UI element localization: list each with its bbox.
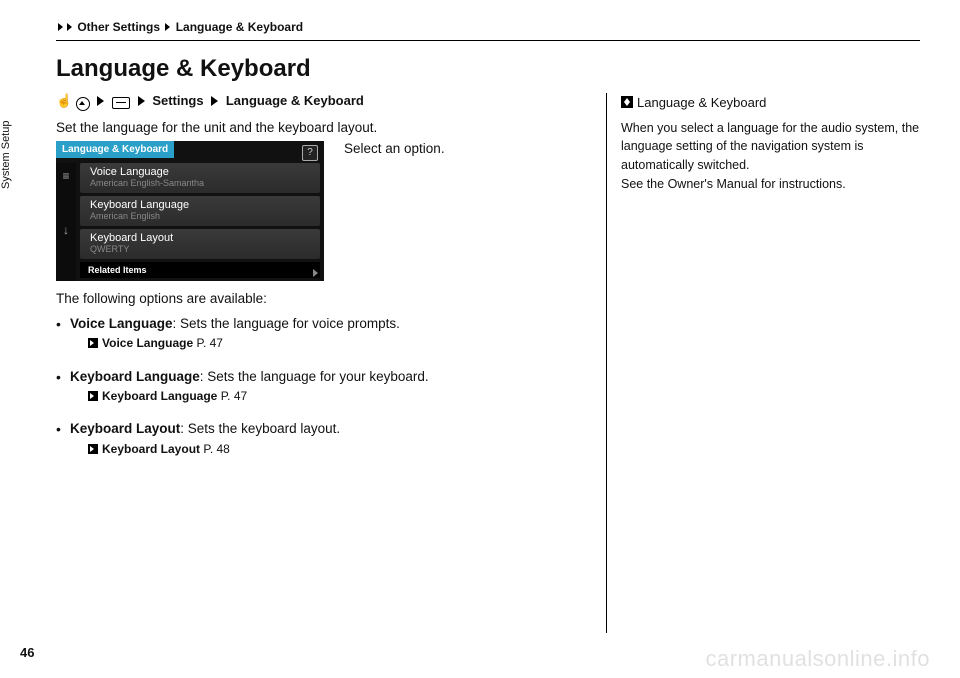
link-icon bbox=[88, 338, 98, 348]
down-arrow-icon[interactable]: ↓ bbox=[56, 223, 76, 237]
page-number: 46 bbox=[20, 645, 34, 660]
embedded-screenshot: Language & Keyboard ? ≡ ↓ Voice Language… bbox=[56, 141, 324, 281]
chevron-right-icon bbox=[138, 96, 145, 106]
chevron-right-icon bbox=[58, 23, 63, 31]
option-name: Keyboard Language bbox=[70, 369, 200, 384]
option-keyboard-language: Keyboard Language: Sets the language for… bbox=[56, 367, 576, 406]
ss-item-sub: American English-Samantha bbox=[90, 178, 310, 188]
chevron-right-icon bbox=[211, 96, 218, 106]
menu-icon bbox=[112, 97, 130, 109]
ss-related-header: Related Items bbox=[80, 262, 320, 278]
ss-item-title: Keyboard Language bbox=[90, 199, 310, 212]
note-icon bbox=[621, 96, 633, 108]
section-tab: System Setup bbox=[0, 105, 20, 205]
chevron-right-icon bbox=[97, 96, 104, 106]
option-desc: : Sets the language for voice prompts. bbox=[173, 316, 400, 331]
note-title-row: Language & Keyboard bbox=[621, 93, 920, 113]
option-voice-language: Voice Language: Sets the language for vo… bbox=[56, 314, 576, 353]
option-desc: : Sets the language for your keyboard. bbox=[200, 369, 429, 384]
ss-item-units[interactable]: Units bbox=[80, 278, 320, 281]
note-body-1: When you select a language for the audio… bbox=[621, 119, 920, 175]
breadcrumb: Other Settings Language & Keyboard bbox=[56, 20, 920, 34]
ss-item-sub: QWERTY bbox=[90, 244, 310, 254]
figure-caption: Select an option. bbox=[344, 141, 445, 281]
chevron-right-icon bbox=[67, 23, 72, 31]
main-column: ☝ Settings Language & Keyboard Set the l… bbox=[56, 93, 576, 633]
breadcrumb-level2: Language & Keyboard bbox=[176, 20, 303, 34]
option-name: Voice Language bbox=[70, 316, 173, 331]
ref-label: Voice Language bbox=[102, 336, 193, 350]
chevron-right-icon[interactable] bbox=[313, 269, 318, 277]
lead-text: Set the language for the unit and the ke… bbox=[56, 120, 576, 135]
option-keyboard-layout: Keyboard Layout: Sets the keyboard layou… bbox=[56, 419, 576, 458]
nav-settings-label: Settings bbox=[152, 93, 203, 108]
press-icon: ☝ bbox=[56, 93, 72, 109]
ref-page: P. 47 bbox=[196, 336, 222, 350]
ss-item-keyboard-language[interactable]: Keyboard Language American English bbox=[80, 196, 320, 226]
ss-item-title: Voice Language bbox=[90, 166, 310, 179]
link-icon bbox=[88, 444, 98, 454]
divider bbox=[56, 40, 920, 41]
hamburger-icon[interactable]: ≡ bbox=[56, 169, 76, 183]
page-title: Language & Keyboard bbox=[56, 55, 920, 83]
ss-sidebar: ≡ ↓ bbox=[56, 163, 76, 281]
note-title: Language & Keyboard bbox=[637, 95, 766, 110]
ref-page: P. 48 bbox=[203, 442, 229, 456]
note-body-2: See the Owner's Manual for instructions. bbox=[621, 175, 920, 194]
ss-item-keyboard-layout[interactable]: Keyboard Layout QWERTY bbox=[80, 229, 320, 259]
cross-ref: Voice Language P. 47 bbox=[70, 335, 576, 352]
nav-target-label: Language & Keyboard bbox=[226, 93, 364, 108]
option-desc: : Sets the keyboard layout. bbox=[180, 421, 340, 436]
ref-page: P. 47 bbox=[221, 389, 247, 403]
ss-item-sub: American English bbox=[90, 211, 310, 221]
chevron-right-icon bbox=[165, 23, 170, 31]
home-icon bbox=[76, 97, 90, 111]
option-name: Keyboard Layout bbox=[70, 421, 180, 436]
ss-item-title: Keyboard Layout bbox=[90, 232, 310, 245]
breadcrumb-level1: Other Settings bbox=[77, 20, 160, 34]
note-column: Language & Keyboard When you select a la… bbox=[606, 93, 920, 633]
cross-ref: Keyboard Layout P. 48 bbox=[70, 441, 576, 458]
ref-label: Keyboard Layout bbox=[102, 442, 200, 456]
watermark: carmanualsonline.info bbox=[705, 646, 930, 672]
ss-header: Language & Keyboard bbox=[56, 141, 174, 158]
nav-path: ☝ Settings Language & Keyboard bbox=[56, 93, 576, 110]
options-intro: The following options are available: bbox=[56, 291, 576, 306]
ref-label: Keyboard Language bbox=[102, 389, 217, 403]
link-icon bbox=[88, 391, 98, 401]
ss-item-voice-language[interactable]: Voice Language American English-Samantha bbox=[80, 163, 320, 193]
cross-ref: Keyboard Language P. 47 bbox=[70, 388, 576, 405]
options-list: Voice Language: Sets the language for vo… bbox=[56, 314, 576, 459]
help-icon[interactable]: ? bbox=[302, 145, 318, 161]
